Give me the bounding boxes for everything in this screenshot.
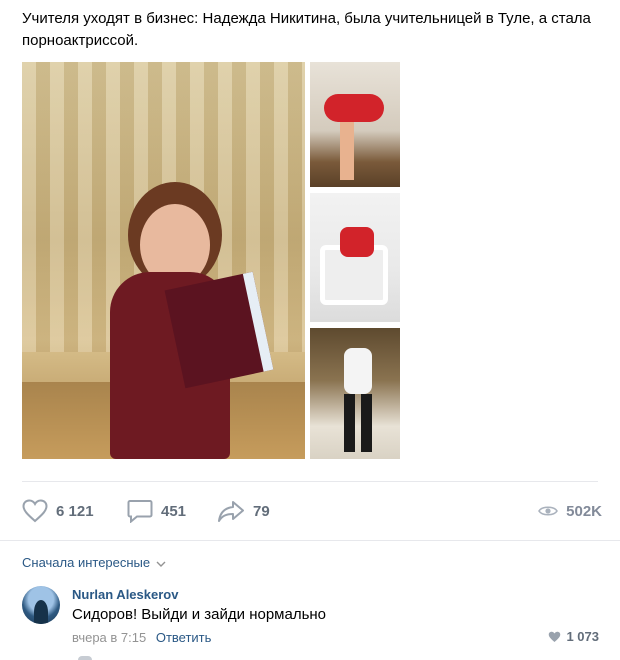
comment-like-count: 1 073: [566, 629, 599, 644]
divider: [0, 540, 620, 541]
sort-label: Сначала интересные: [22, 555, 151, 570]
eye-icon: [538, 506, 559, 516]
chevron-down-icon: [156, 555, 166, 570]
comment-button[interactable]: 451: [127, 496, 186, 526]
post-text: Учителя уходят в бизнес: Надежда Никитин…: [22, 10, 591, 49]
photo-legs: [340, 122, 354, 180]
like-count: 6 121: [56, 502, 94, 520]
post-photo-main[interactable]: [22, 62, 305, 459]
like-button[interactable]: 6 121: [22, 496, 94, 526]
next-comment-avatar: [78, 656, 92, 660]
avatar-image: [34, 600, 48, 624]
comment-count: 451: [161, 502, 187, 520]
photo-figure: [324, 94, 384, 122]
reply-button[interactable]: Ответить: [156, 630, 212, 645]
photo-legs: [344, 394, 372, 452]
post-photo-thumb-3[interactable]: [310, 328, 400, 459]
share-button[interactable]: 79: [217, 496, 270, 526]
share-arrow-icon: [218, 501, 244, 522]
comment-text: Сидоров! Выйди и зайди нормально: [72, 606, 327, 623]
comment-author[interactable]: Nurlan Aleskerov: [72, 587, 178, 602]
comment-like-button[interactable]: 1 073: [548, 629, 599, 644]
heart-icon: [22, 499, 48, 523]
comment-bubble-icon: [127, 500, 153, 523]
post-actions-bar: 6 121 451 79 502K: [22, 496, 602, 526]
share-count: 79: [253, 502, 270, 520]
divider: [22, 481, 598, 482]
comment-meta: вчера в 7:15 Ответить: [72, 630, 211, 645]
post-photo-thumb-1[interactable]: [310, 62, 400, 187]
photo-figure: [340, 227, 374, 257]
comments-sort-dropdown[interactable]: Сначала интересные: [22, 555, 166, 570]
comment-time[interactable]: вчера в 7:15: [72, 630, 146, 645]
views-counter: 502K: [538, 496, 602, 526]
heart-icon: [549, 631, 561, 642]
post-photo-thumb-2[interactable]: [310, 193, 400, 322]
photo-figure: [344, 348, 372, 394]
views-count: 502K: [566, 502, 602, 520]
avatar[interactable]: [22, 586, 60, 624]
